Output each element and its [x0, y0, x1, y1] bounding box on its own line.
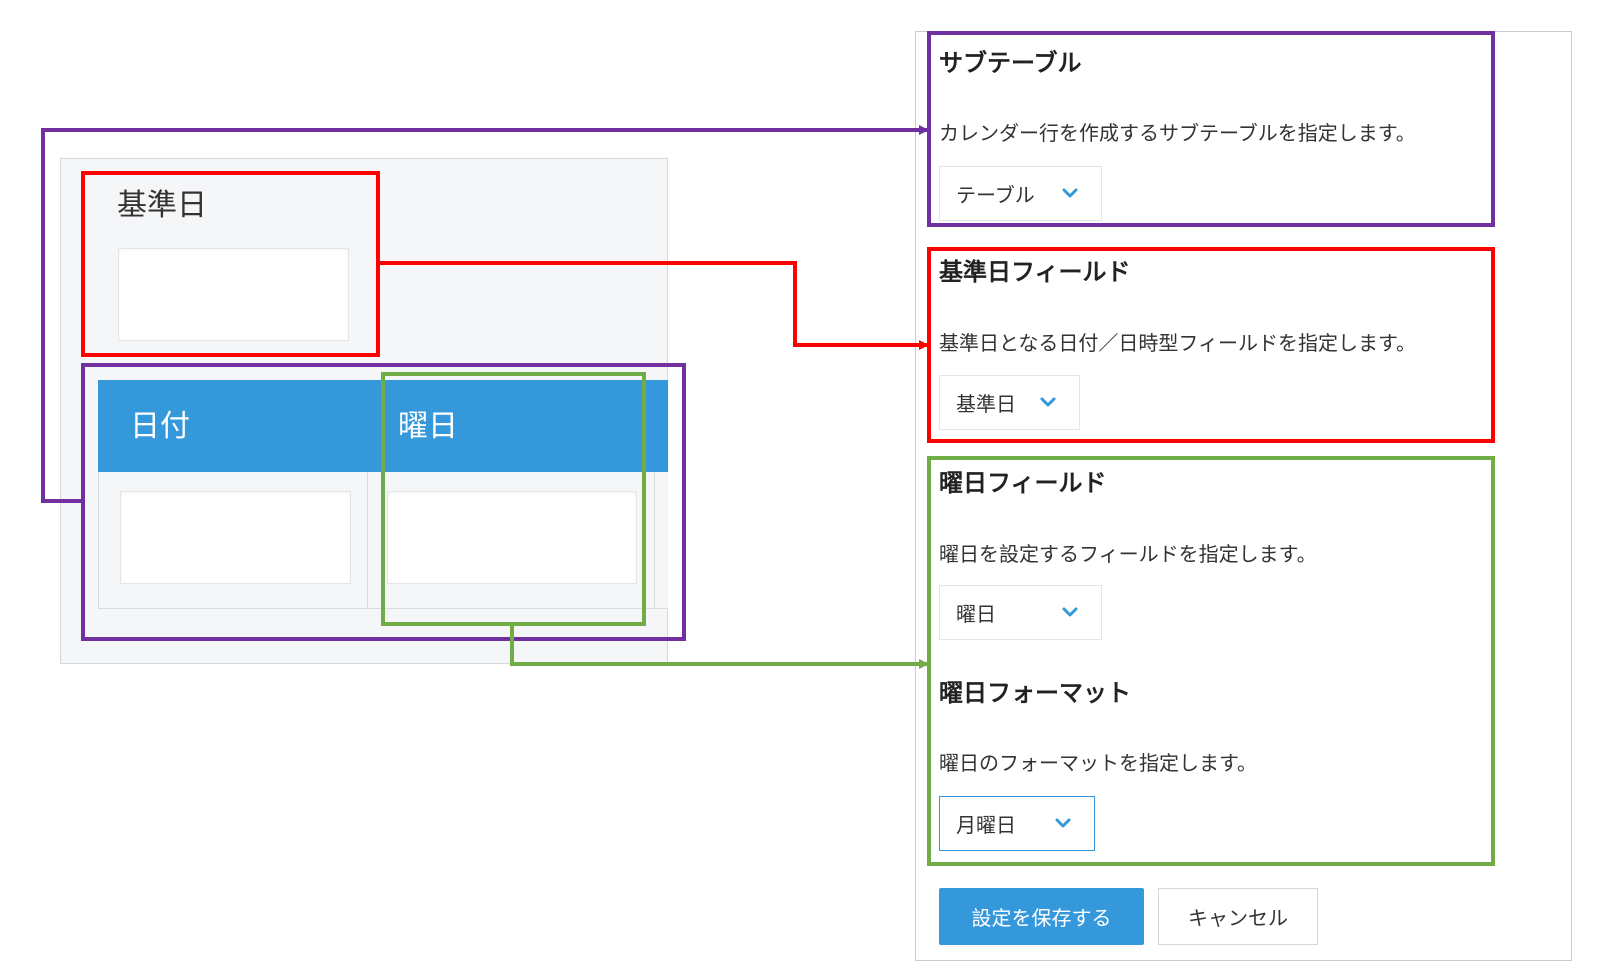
- base-date-highlight-box: [81, 171, 380, 357]
- save-button[interactable]: 設定を保存する: [939, 888, 1144, 945]
- subtable-setting-highlight-box: [927, 31, 1495, 227]
- cancel-button[interactable]: キャンセル: [1158, 888, 1318, 945]
- base-date-setting-highlight-box: [927, 247, 1495, 443]
- weekday-column-highlight-box: [381, 372, 646, 626]
- weekday-setting-highlight-box: [927, 456, 1495, 866]
